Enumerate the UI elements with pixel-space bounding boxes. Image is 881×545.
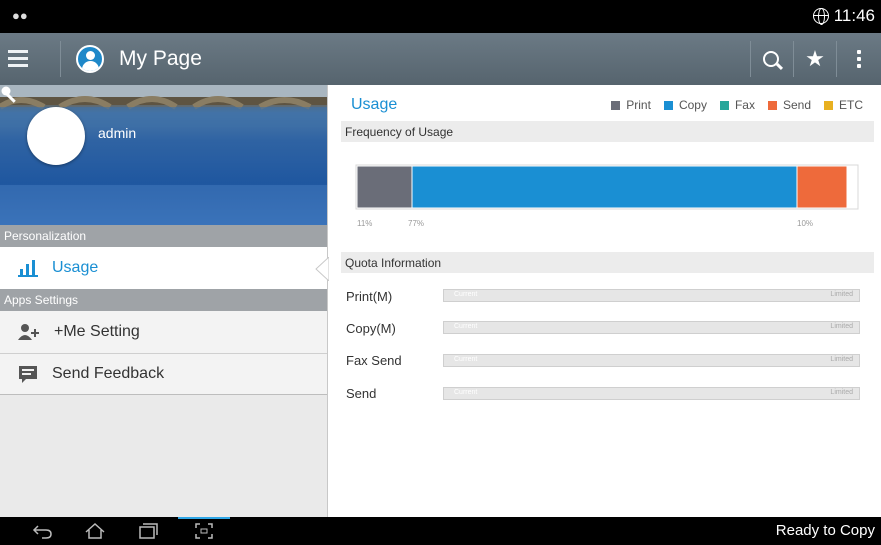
bar-segment-send [796,165,848,209]
quota-bar-print: Current Limited [443,289,860,302]
legend-item-print: Print [611,98,651,112]
legend-item-send: Send [767,98,811,112]
recent-apps-icon[interactable] [135,522,159,540]
quota-heading: Quota Information [341,252,874,273]
bar-label-print: 11% [357,219,373,228]
bar-label-copy: 77% [408,219,425,228]
bar-segment-print [356,165,413,209]
side-panel: admin Personalization Usage Apps Setting… [0,85,328,517]
status-bar: ●● 11:46 [0,0,881,33]
overflow-menu-button[interactable] [839,33,879,85]
usage-bar-chart [355,164,859,210]
back-icon[interactable] [30,522,54,540]
machine-status: Ready to Copy [775,522,875,539]
quota-label-send: Send [346,386,377,401]
sidebar-item-send-feedback[interactable]: Send Feedback [0,354,328,394]
section-personalization: Personalization [0,225,328,247]
quota-bar-copy: Current Limited [443,321,860,334]
home-icon[interactable] [83,522,107,540]
system-nav-bar: Ready to Copy [0,517,881,545]
legend-item-copy: Copy [663,98,707,112]
search-icon [763,51,779,67]
selection-indicator [315,257,329,281]
page-title: My Page [119,47,202,70]
avatar[interactable] [27,107,85,165]
usage-title: Usage [351,96,398,113]
user-icon [76,45,104,73]
sidebar-item-label: +Me Setting [54,323,140,340]
quota-label-print: Print(M) [346,289,393,304]
sidebar-item-label: Usage [52,259,99,276]
sidebar-item-usage[interactable]: Usage [0,247,328,289]
feedback-icon [19,366,37,383]
clock: 11:46 [833,6,875,25]
frequency-heading: Frequency of Usage [341,121,874,142]
screenshot-icon[interactable] [192,522,216,540]
bar-chart-icon [18,260,38,277]
quota-bar-send: Current Limited [443,387,860,400]
globe-icon [812,8,829,25]
sidebar-item-me-setting[interactable]: +Me Setting [0,311,328,353]
search-button[interactable] [751,33,791,85]
section-apps-settings: Apps Settings [0,289,328,311]
username: admin [98,125,137,141]
profile-banner: admin [0,85,328,225]
legend-item-etc: ETC [824,98,863,112]
bar-segment-copy [411,165,798,209]
sidebar-item-label: Send Feedback [52,365,165,382]
bar-label-send: 10% [797,219,814,228]
quota-label-fax-send: Fax Send [346,353,402,368]
more-vertical-icon [857,47,861,71]
star-icon: ★ [805,46,825,71]
menu-icon[interactable] [8,46,30,72]
key-icon[interactable] [0,85,20,105]
notification-icon: ●● [12,8,28,23]
app-bar: My Page ★ [0,33,881,85]
favorite-button[interactable]: ★ [795,33,835,85]
chart-legend: Print Copy Fax Send ETC [611,98,863,112]
quota-label-copy: Copy(M) [346,321,396,336]
legend-item-fax: Fax [719,98,755,112]
user-settings-icon [18,324,39,340]
quota-bar-fax-send: Current Limited [443,354,860,367]
